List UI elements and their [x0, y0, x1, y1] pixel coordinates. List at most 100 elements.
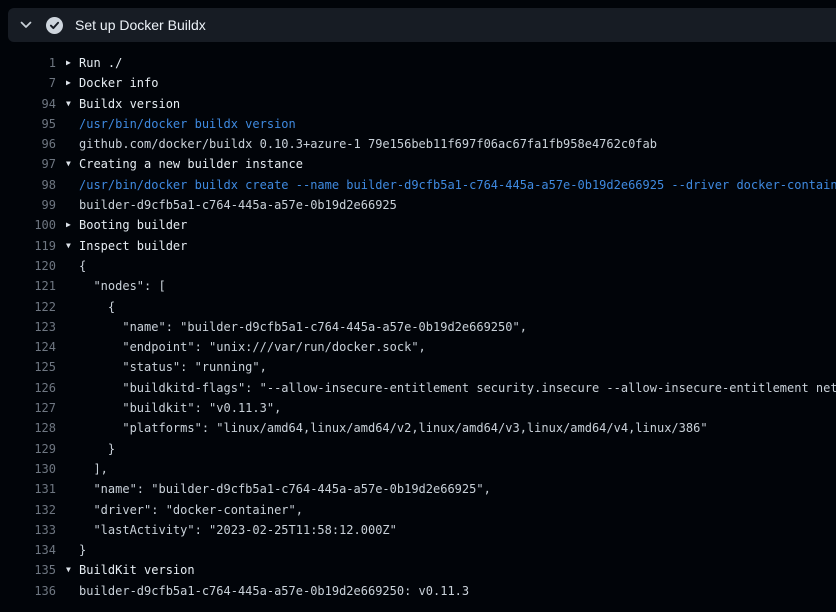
- no-icon: [66, 459, 79, 479]
- log-text: github.com/docker/buildx 0.10.3+azure-1 …: [79, 134, 657, 154]
- log-line: 96 github.com/docker/buildx 0.10.3+azure…: [0, 134, 836, 154]
- chevron-right-icon[interactable]: ▶: [66, 215, 79, 235]
- log-text: "name": "builder-d9cfb5a1-c764-445a-a57e…: [79, 479, 491, 499]
- chevron-down-icon[interactable]: ▼: [66, 154, 79, 174]
- log-text: Run ./: [79, 53, 122, 73]
- step-header[interactable]: Set up Docker Buildx: [8, 8, 836, 42]
- line-number[interactable]: 96: [0, 134, 56, 154]
- log-text: "status": "running",: [79, 357, 267, 377]
- line-number[interactable]: 95: [0, 114, 56, 134]
- log-text: }: [79, 540, 86, 560]
- line-number[interactable]: 128: [0, 418, 56, 438]
- log-text: {: [79, 256, 86, 276]
- chevron-right-icon[interactable]: ▶: [66, 53, 79, 73]
- line-number[interactable]: 130: [0, 459, 56, 479]
- line-number[interactable]: 122: [0, 297, 56, 317]
- no-icon: [66, 398, 79, 418]
- line-number[interactable]: 123: [0, 317, 56, 337]
- log-text: "endpoint": "unix:///var/run/docker.sock…: [79, 337, 426, 357]
- line-number[interactable]: 131: [0, 479, 56, 499]
- no-icon: [66, 418, 79, 438]
- line-number[interactable]: 99: [0, 195, 56, 215]
- log-line: 125 "status": "running",: [0, 357, 836, 377]
- line-number[interactable]: 119: [0, 236, 56, 256]
- log-text: builder-d9cfb5a1-c764-445a-a57e-0b19d2e6…: [79, 195, 397, 215]
- chevron-down-icon[interactable]: ▼: [66, 560, 79, 580]
- log-text: Docker info: [79, 73, 158, 93]
- log-text: /usr/bin/docker buildx create --name bui…: [79, 175, 836, 195]
- log-text: Booting builder: [79, 215, 187, 235]
- line-number[interactable]: 129: [0, 439, 56, 459]
- log-group-row[interactable]: 135 ▼ BuildKit version: [0, 560, 836, 580]
- log-group-row[interactable]: 7 ▶ Docker info: [0, 73, 836, 93]
- line-number[interactable]: 126: [0, 378, 56, 398]
- chevron-down-icon[interactable]: ▼: [66, 236, 79, 256]
- log-text: Buildx version: [79, 94, 180, 114]
- no-icon: [66, 520, 79, 540]
- log-text: "buildkitd-flags": "--allow-insecure-ent…: [79, 378, 836, 398]
- log-group-row[interactable]: 119 ▼ Inspect builder: [0, 236, 836, 256]
- log-line: 122 {: [0, 297, 836, 317]
- no-icon: [66, 500, 79, 520]
- log-text: "driver": "docker-container",: [79, 500, 303, 520]
- log-text: "lastActivity": "2023-02-25T11:58:12.000…: [79, 520, 397, 540]
- log-text: /usr/bin/docker buildx version: [79, 114, 296, 134]
- log-text: }: [79, 439, 115, 459]
- line-number[interactable]: 135: [0, 560, 56, 580]
- log-lines: 1 ▶ Run ./ 7 ▶ Docker info 94 ▼ Buildx v…: [0, 42, 836, 601]
- log-line: 120 {: [0, 256, 836, 276]
- line-number[interactable]: 124: [0, 337, 56, 357]
- line-number[interactable]: 100: [0, 215, 56, 235]
- line-number[interactable]: 133: [0, 520, 56, 540]
- log-line: 126 "buildkitd-flags": "--allow-insecure…: [0, 378, 836, 398]
- no-icon: [66, 439, 79, 459]
- log-text: ],: [79, 459, 108, 479]
- log-line: 129 }: [0, 439, 836, 459]
- line-number[interactable]: 7: [0, 73, 56, 93]
- log-line: 136 builder-d9cfb5a1-c764-445a-a57e-0b19…: [0, 581, 836, 601]
- no-icon: [66, 357, 79, 377]
- no-icon: [66, 134, 79, 154]
- step-title: Set up Docker Buildx: [75, 17, 206, 33]
- line-number[interactable]: 136: [0, 581, 56, 601]
- log-group-row[interactable]: 97 ▼ Creating a new builder instance: [0, 154, 836, 174]
- log-text: "platforms": "linux/amd64,linux/amd64/v2…: [79, 418, 708, 438]
- log-line: 123 "name": "builder-d9cfb5a1-c764-445a-…: [0, 317, 836, 337]
- log-line: 127 "buildkit": "v0.11.3",: [0, 398, 836, 418]
- line-number[interactable]: 98: [0, 175, 56, 195]
- log-line: 132 "driver": "docker-container",: [0, 500, 836, 520]
- log-line: 128 "platforms": "linux/amd64,linux/amd6…: [0, 418, 836, 438]
- log-line: 99 builder-d9cfb5a1-c764-445a-a57e-0b19d…: [0, 195, 836, 215]
- chevron-down-icon[interactable]: [20, 21, 32, 29]
- no-icon: [66, 114, 79, 134]
- line-number[interactable]: 132: [0, 500, 56, 520]
- log-group-row[interactable]: 1 ▶ Run ./: [0, 53, 836, 73]
- log-group-row[interactable]: 94 ▼ Buildx version: [0, 94, 836, 114]
- line-number[interactable]: 1: [0, 53, 56, 73]
- no-icon: [66, 337, 79, 357]
- log-line: 133 "lastActivity": "2023-02-25T11:58:12…: [0, 520, 836, 540]
- line-number[interactable]: 121: [0, 276, 56, 296]
- chevron-right-icon[interactable]: ▶: [66, 73, 79, 93]
- line-number[interactable]: 97: [0, 154, 56, 174]
- log-text: "name": "builder-d9cfb5a1-c764-445a-a57e…: [79, 317, 527, 337]
- chevron-down-icon[interactable]: ▼: [66, 94, 79, 114]
- check-circle-icon: [46, 17, 63, 34]
- no-icon: [66, 378, 79, 398]
- log-line: 124 "endpoint": "unix:///var/run/docker.…: [0, 337, 836, 357]
- log-line: 98 /usr/bin/docker buildx create --name …: [0, 175, 836, 195]
- log-group-row[interactable]: 100 ▶ Booting builder: [0, 215, 836, 235]
- no-icon: [66, 317, 79, 337]
- log-text: Creating a new builder instance: [79, 154, 303, 174]
- log-text: "nodes": [: [79, 276, 166, 296]
- line-number[interactable]: 120: [0, 256, 56, 276]
- line-number[interactable]: 125: [0, 357, 56, 377]
- no-icon: [66, 276, 79, 296]
- log-line: 130 ],: [0, 459, 836, 479]
- log-line: 95 /usr/bin/docker buildx version: [0, 114, 836, 134]
- line-number[interactable]: 94: [0, 94, 56, 114]
- log-line: 131 "name": "builder-d9cfb5a1-c764-445a-…: [0, 479, 836, 499]
- line-number[interactable]: 134: [0, 540, 56, 560]
- line-number[interactable]: 127: [0, 398, 56, 418]
- no-icon: [66, 297, 79, 317]
